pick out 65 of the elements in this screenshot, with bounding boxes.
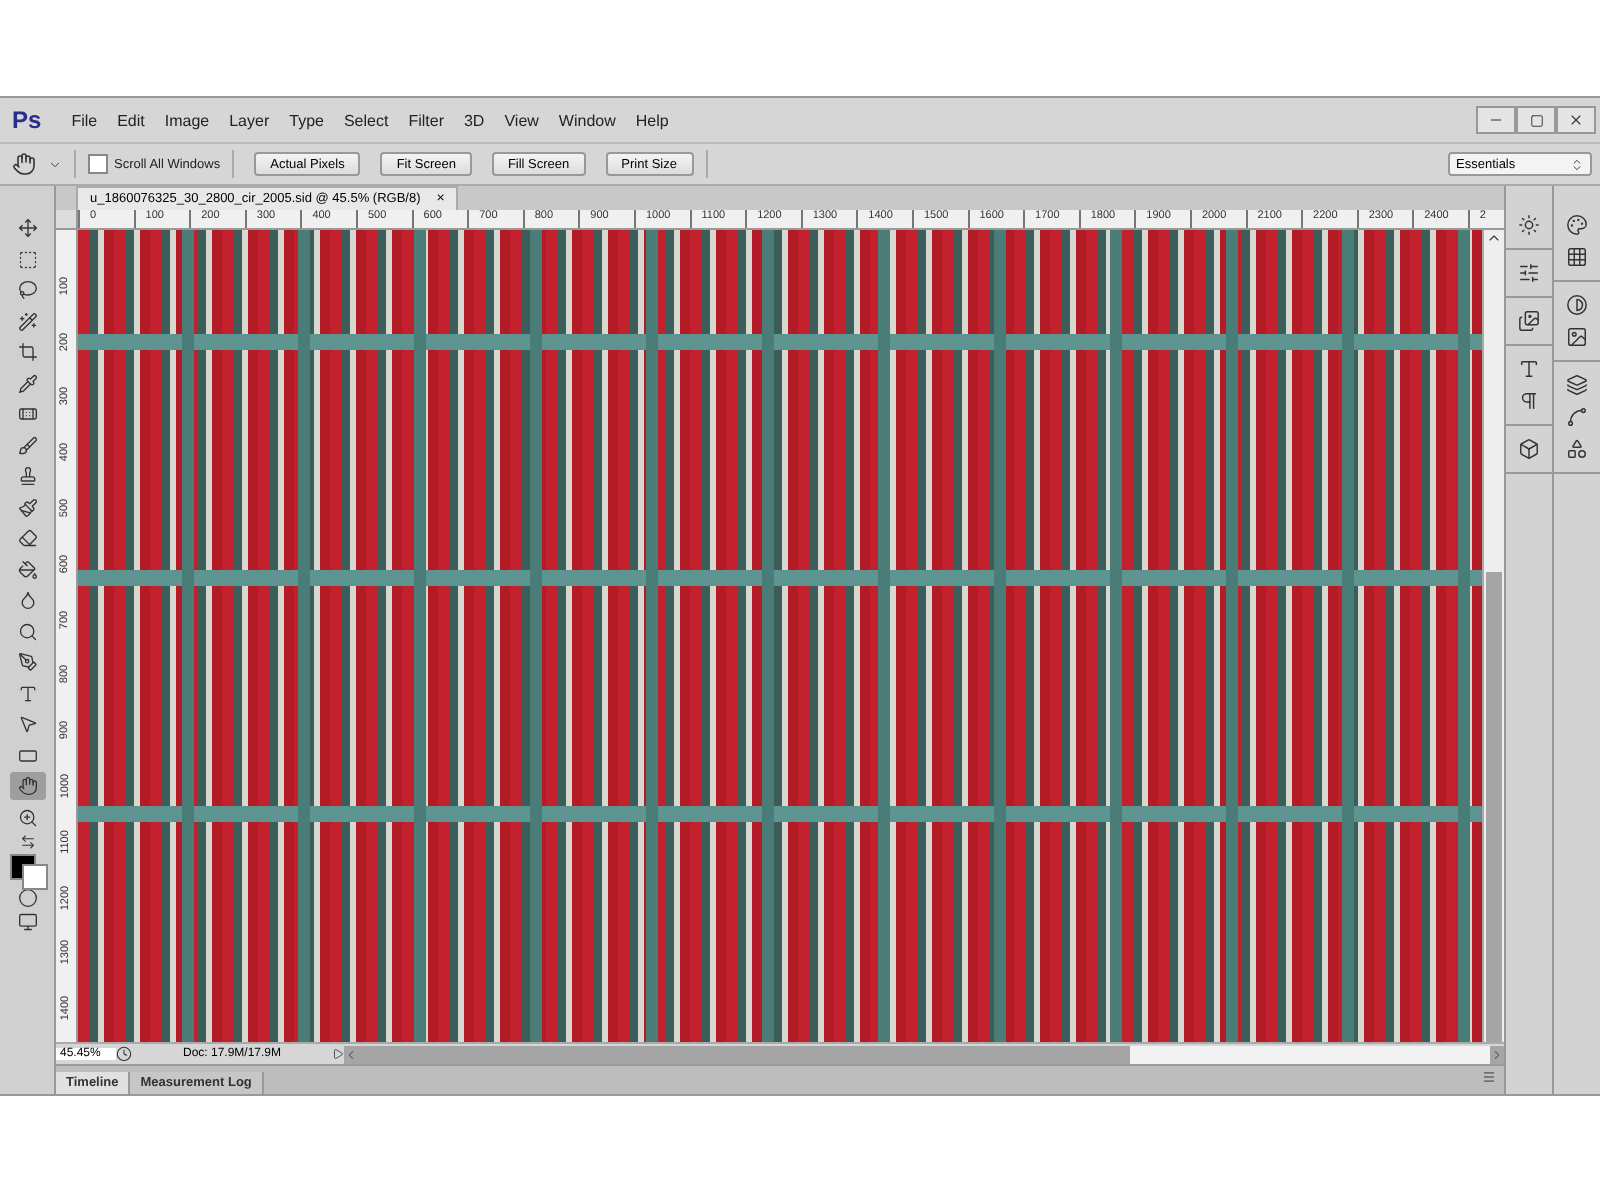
scroll-up-icon [1486,230,1502,246]
eraser-icon [17,528,37,548]
pilcrow-icon [1518,390,1540,412]
menu-item[interactable]: Select [333,107,399,133]
pen-icon [17,652,37,672]
close-icon [1568,112,1584,128]
contrast-icon [1566,294,1588,316]
menu-item[interactable]: Help [625,107,679,133]
app-logo: Ps [12,106,42,134]
quick-mask-icon [17,888,37,908]
horizontal-scrollbar[interactable] [344,1045,1504,1063]
paint-bucket-icon [17,559,37,579]
menu-item[interactable]: Image [154,107,220,133]
type-icon [17,683,37,703]
maximize-icon [1529,113,1543,127]
stamp-icon [17,466,37,486]
magnifier-icon [17,621,37,641]
image-icon [1566,326,1588,348]
layers-icon [1566,374,1588,396]
scroll-right-icon [1490,1047,1504,1061]
tool-button[interactable] [9,772,45,800]
cube-icon [1518,438,1540,460]
zoom-icon [17,807,37,827]
images-icon [1518,310,1540,332]
clock-icon [116,1046,132,1062]
vertical-scrollbar[interactable] [1482,230,1504,1042]
sun-icon [1518,214,1540,236]
pointer-icon [17,714,37,734]
palette-icon [1566,214,1588,236]
menu-item[interactable]: View [494,107,549,133]
checkbox[interactable] [88,154,108,174]
menu-item[interactable]: Type [279,107,334,133]
play-icon [332,1048,344,1060]
droplet-icon [17,590,37,610]
shapes-icon [1566,438,1588,460]
updown-icon [1570,157,1584,171]
caret-icon [48,157,62,171]
lasso-icon [17,280,37,300]
spline-icon [1566,406,1588,428]
grid-icon [1566,246,1588,268]
wand-icon [17,311,37,331]
bandage-icon [17,404,37,424]
menu-item[interactable]: File [61,107,108,133]
paintbrush-icon [17,497,37,517]
menu-item[interactable]: Layer [219,107,280,133]
scroll-left-icon [344,1047,358,1061]
color-swatches[interactable] [9,853,45,885]
crop-icon [17,342,37,362]
hand-icon [12,152,36,176]
hand-icon [17,776,37,796]
menu-item[interactable]: Edit [107,107,155,133]
brush-icon [17,435,37,455]
panel-menu-icon [1482,1070,1496,1084]
move-icon [17,218,37,238]
rectangle-icon [17,745,37,765]
sliders-icon [1518,262,1540,284]
menu-item[interactable]: 3D [453,107,495,133]
maximize-button[interactable] [1516,106,1556,134]
eyedropper-icon [17,373,37,393]
type-icon [1518,358,1540,380]
marquee-icon [17,249,37,269]
menu-item[interactable]: Window [548,107,626,133]
swap-icon [19,834,35,850]
screen-mode-icon [17,911,37,931]
menu-item[interactable]: Filter [398,107,454,133]
